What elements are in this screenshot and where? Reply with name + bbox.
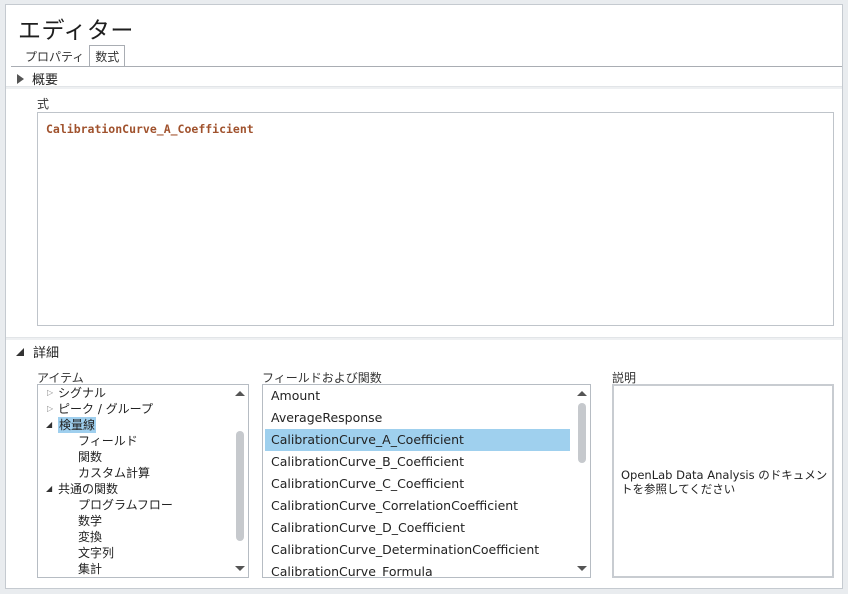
- details-section-toggle[interactable]: 詳細: [14, 342, 59, 361]
- scroll-up-icon[interactable]: [235, 391, 245, 396]
- section-divider: [6, 337, 842, 340]
- tree-item-string[interactable]: 文字列: [78, 545, 114, 561]
- list-item-selected[interactable]: CalibrationCurve_A_Coefficient: [265, 429, 570, 451]
- tree-item-aggregate[interactable]: 集計: [78, 561, 102, 577]
- formula-label: 式: [37, 97, 50, 111]
- tab-formula[interactable]: 数式: [89, 45, 126, 67]
- collapsed-triangle-icon[interactable]: ▷: [47, 404, 53, 413]
- scroll-down-icon[interactable]: [577, 566, 587, 571]
- window-title: エディター: [18, 18, 134, 44]
- tab-strip: プロパティ 数式: [20, 45, 126, 67]
- tab-divider: [11, 66, 842, 67]
- collapsed-triangle-icon[interactable]: ▷: [47, 388, 53, 397]
- tree-item-math[interactable]: 数学: [78, 513, 102, 529]
- list-item[interactable]: CalibrationCurve_C_Coefficient: [265, 473, 570, 495]
- tree-item-conversion[interactable]: 変換: [78, 529, 102, 545]
- items-scrollbar[interactable]: [232, 385, 248, 577]
- expanded-triangle-icon[interactable]: ◢: [46, 484, 52, 493]
- tree-item-peak-group[interactable]: ピーク / グループ: [58, 401, 153, 417]
- formula-editor[interactable]: CalibrationCurve_A_Coefficient: [37, 112, 834, 326]
- collapse-down-icon: [16, 347, 24, 356]
- list-item[interactable]: CalibrationCurve_B_Coefficient: [265, 451, 570, 473]
- list-item[interactable]: AverageResponse: [265, 407, 570, 429]
- scrollbar-thumb[interactable]: [578, 403, 586, 463]
- tree-item-functions[interactable]: 関数: [78, 449, 102, 465]
- scrollbar-thumb[interactable]: [236, 431, 244, 541]
- details-label: 詳細: [33, 346, 60, 361]
- description-text: OpenLab Data Analysis のドキュメントを参照してください: [621, 468, 828, 496]
- tree-item-custom-calc[interactable]: カスタム計算: [78, 465, 150, 481]
- items-tree[interactable]: ▷ シグナル ▷ ピーク / グループ ◢ 検量線 フィールド 関数 カスタム計…: [37, 384, 249, 578]
- section-divider: [6, 86, 842, 89]
- formula-text[interactable]: CalibrationCurve_A_Coefficient: [46, 122, 254, 136]
- list-item[interactable]: CalibrationCurve_D_Coefficient: [265, 517, 570, 539]
- scroll-up-icon[interactable]: [577, 391, 587, 396]
- tree-item-common-functions[interactable]: 共通の関数: [58, 481, 118, 497]
- description-box: OpenLab Data Analysis のドキュメントを参照してください: [612, 384, 834, 578]
- list-item[interactable]: Amount: [265, 385, 570, 407]
- scroll-down-icon[interactable]: [235, 566, 245, 571]
- fields-functions-list[interactable]: Amount AverageResponse CalibrationCurve_…: [262, 384, 591, 578]
- editor-window: エディター プロパティ 数式 概要 式 CalibrationCurve_A_C…: [5, 4, 843, 589]
- expanded-triangle-icon[interactable]: ◢: [46, 420, 52, 429]
- expand-right-icon: [17, 73, 24, 84]
- tab-properties[interactable]: プロパティ: [20, 47, 89, 67]
- tree-item-fields[interactable]: フィールド: [78, 433, 138, 449]
- list-item[interactable]: CalibrationCurve_Formula: [265, 561, 570, 577]
- list-item[interactable]: CalibrationCurve_CorrelationCoefficient: [265, 495, 570, 517]
- fields-scrollbar[interactable]: [574, 385, 590, 577]
- tree-item-program-flow[interactable]: プログラムフロー: [78, 497, 173, 513]
- list-item[interactable]: CalibrationCurve_DeterminationCoefficien…: [265, 539, 570, 561]
- tree-item-calibration-curve[interactable]: 検量線: [58, 417, 97, 433]
- tree-item-signal[interactable]: シグナル: [58, 385, 106, 401]
